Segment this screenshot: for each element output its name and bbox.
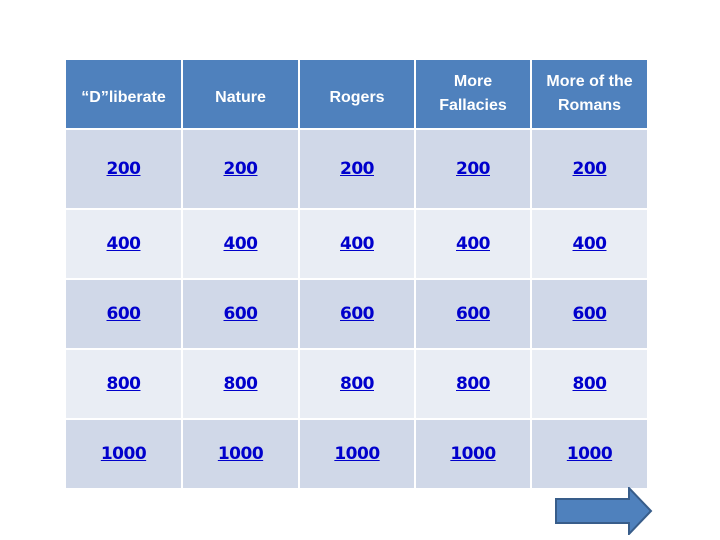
question-cell: 1000: [300, 420, 414, 488]
question-link[interactable]: 600: [456, 304, 491, 324]
question-link[interactable]: 200: [573, 159, 608, 179]
question-cell: 800: [416, 350, 530, 418]
question-cell: 600: [532, 280, 647, 348]
question-cell: 200: [416, 130, 530, 208]
question-cell: 1000: [66, 420, 181, 488]
question-link[interactable]: 1000: [218, 444, 264, 464]
question-cell: 200: [532, 130, 647, 208]
category-header: “D”liberate: [66, 60, 181, 128]
question-cell: 400: [416, 210, 530, 278]
question-link[interactable]: 400: [573, 234, 608, 254]
question-link[interactable]: 1000: [101, 444, 147, 464]
question-cell: 200: [66, 130, 181, 208]
question-cell: 200: [183, 130, 298, 208]
question-link[interactable]: 600: [107, 304, 142, 324]
question-cell: 400: [66, 210, 181, 278]
question-link[interactable]: 200: [107, 159, 142, 179]
question-link[interactable]: 1000: [450, 444, 496, 464]
question-link[interactable]: 200: [224, 159, 259, 179]
question-cell: 1000: [532, 420, 647, 488]
question-link[interactable]: 400: [456, 234, 491, 254]
question-link[interactable]: 200: [340, 159, 375, 179]
question-cell: 400: [532, 210, 647, 278]
question-cell: 800: [66, 350, 181, 418]
question-cell: 600: [183, 280, 298, 348]
question-link[interactable]: 800: [456, 374, 491, 394]
question-link[interactable]: 1000: [334, 444, 380, 464]
question-link[interactable]: 400: [340, 234, 375, 254]
question-link[interactable]: 800: [107, 374, 142, 394]
question-link[interactable]: 800: [340, 374, 375, 394]
question-link[interactable]: 600: [573, 304, 608, 324]
question-cell: 800: [183, 350, 298, 418]
question-link[interactable]: 400: [224, 234, 259, 254]
question-cell: 1000: [183, 420, 298, 488]
category-header: More Fallacies: [416, 60, 530, 128]
question-cell: 800: [532, 350, 647, 418]
question-link[interactable]: 1000: [567, 444, 613, 464]
category-header-label: More of the Romans: [546, 73, 633, 114]
question-cell: 400: [300, 210, 414, 278]
next-slide-button[interactable]: [555, 487, 653, 535]
question-link[interactable]: 800: [224, 374, 259, 394]
question-cell: 600: [66, 280, 181, 348]
question-cell: 800: [300, 350, 414, 418]
question-cell: 600: [300, 280, 414, 348]
question-link[interactable]: 600: [340, 304, 375, 324]
question-link[interactable]: 600: [224, 304, 259, 324]
category-header: More of the Romans: [532, 60, 647, 128]
question-cell: 400: [183, 210, 298, 278]
question-cell: 200: [300, 130, 414, 208]
right-arrow-icon: [555, 487, 653, 535]
question-link[interactable]: 200: [456, 159, 491, 179]
question-cell: 600: [416, 280, 530, 348]
question-cell: 1000: [416, 420, 530, 488]
category-header: Nature: [183, 60, 298, 128]
category-header: Rogers: [300, 60, 414, 128]
question-link[interactable]: 800: [573, 374, 608, 394]
question-link[interactable]: 400: [107, 234, 142, 254]
jeopardy-board: “D”liberate Nature Rogers More Fallacies …: [66, 60, 647, 488]
category-header-label: More Fallacies: [439, 73, 507, 114]
